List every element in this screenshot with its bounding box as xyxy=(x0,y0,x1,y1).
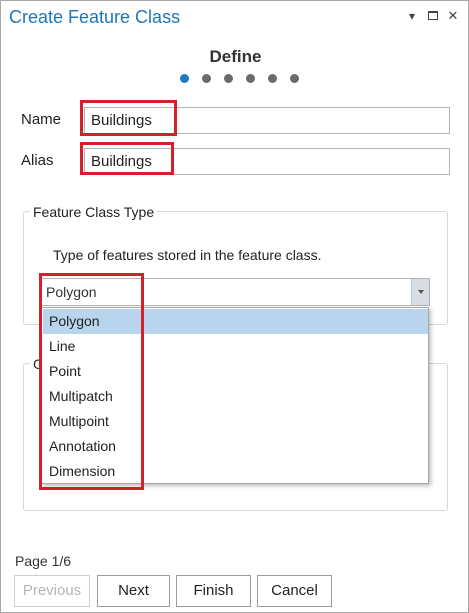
step-dot-3[interactable] xyxy=(224,74,233,83)
name-field[interactable] xyxy=(84,107,450,134)
option-polygon[interactable]: Polygon xyxy=(43,309,428,334)
alias-field[interactable] xyxy=(84,148,450,175)
step-dot-6[interactable] xyxy=(290,74,299,83)
step-dot-2[interactable] xyxy=(202,74,211,83)
option-multipatch[interactable]: Multipatch xyxy=(43,384,428,409)
chevron-down-icon[interactable] xyxy=(411,279,429,305)
feature-type-select[interactable]: Polygon xyxy=(39,278,430,306)
window-menu-icon[interactable]: ▾ xyxy=(405,8,419,24)
option-multipoint[interactable]: Multipoint xyxy=(43,409,428,434)
page-indicator: Page 1/6 xyxy=(15,553,72,569)
option-line[interactable]: Line xyxy=(43,334,428,359)
feature-type-description: Type of features stored in the feature c… xyxy=(53,247,322,263)
finish-button[interactable]: Finish xyxy=(176,575,251,607)
option-point[interactable]: Point xyxy=(43,359,428,384)
alias-label: Alias xyxy=(21,152,54,169)
previous-button[interactable]: Previous xyxy=(14,575,90,607)
feature-type-selected-value: Polygon xyxy=(46,284,97,300)
feature-type-dropdown-list: Polygon Line Point Multipatch Multipoint… xyxy=(41,307,429,484)
title-bar[interactable]: Create Feature Class ▾ ✕ xyxy=(1,1,468,35)
window-title: Create Feature Class xyxy=(9,7,181,27)
step-dot-4[interactable] xyxy=(246,74,255,83)
feature-class-type-title: Feature Class Type xyxy=(30,204,158,220)
cancel-button[interactable]: Cancel xyxy=(257,575,332,607)
step-dot-1[interactable] xyxy=(180,74,189,83)
option-annotation[interactable]: Annotation xyxy=(43,434,428,459)
create-feature-class-window: Create Feature Class ▾ ✕ Define Name Ali… xyxy=(0,0,469,613)
name-label: Name xyxy=(21,111,62,128)
option-dimension[interactable]: Dimension xyxy=(43,459,428,484)
step-dot-5[interactable] xyxy=(268,74,277,83)
step-title: Define xyxy=(209,47,262,66)
maximize-icon[interactable] xyxy=(426,8,440,24)
close-icon[interactable]: ✕ xyxy=(446,8,460,24)
next-button[interactable]: Next xyxy=(97,575,170,607)
